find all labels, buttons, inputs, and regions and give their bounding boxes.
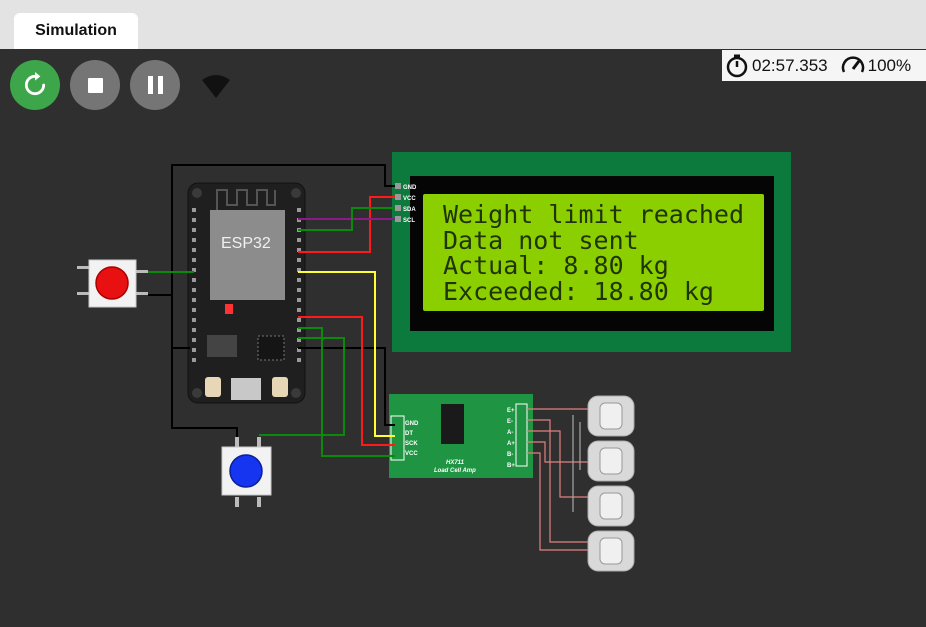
- lcd-pin-scl: SCL: [403, 218, 415, 224]
- lcd-pin-gnd: GND: [403, 185, 417, 191]
- load-cell[interactable]: [587, 395, 635, 437]
- hx711-pin-b-minus: B-: [507, 452, 513, 458]
- hx711-pin-e-plus: E+: [507, 408, 515, 414]
- wire-black[interactable]: [298, 347, 395, 426]
- blue-pushbutton[interactable]: [221, 437, 272, 507]
- esp32-board[interactable]: ESP32: [187, 182, 306, 404]
- lcd-display[interactable]: Weight limit reached Data not sent Actua…: [392, 152, 791, 352]
- wire-red[interactable]: [298, 316, 395, 446]
- hx711-pin-dt: DT: [405, 431, 413, 437]
- load-cell[interactable]: [587, 440, 635, 482]
- red-pushbutton[interactable]: [77, 259, 148, 308]
- wire-load-cell[interactable]: [527, 441, 588, 463]
- load-cell[interactable]: [587, 485, 635, 527]
- wire-load-cell[interactable]: [527, 430, 588, 498]
- hx711-pin-e-minus: E-: [507, 419, 513, 425]
- lcd-line-3: Actual: 8.80 kg: [443, 251, 669, 280]
- hx711-pin-a-plus: A+: [507, 441, 515, 447]
- lcd-line-1: Weight limit reached: [443, 200, 744, 229]
- load-cells: [587, 395, 635, 572]
- lcd-line-4: Exceeded: 18.80 kg: [443, 277, 714, 306]
- hx711-pin-a-minus: A-: [507, 430, 513, 436]
- lcd-pin-sda: SDA: [403, 207, 416, 213]
- esp32-label: ESP32: [221, 235, 271, 252]
- wire-red[interactable]: [298, 196, 395, 253]
- wire-load-cell[interactable]: [527, 452, 588, 551]
- wire-yellow[interactable]: [298, 271, 395, 437]
- hx711-title: HX711: [446, 460, 465, 466]
- hx711-module[interactable]: HX711 Load Cell Amp GND DT SCK VCC E+ E-…: [389, 394, 533, 478]
- wire-load-cell[interactable]: [527, 419, 588, 543]
- hx711-pin-gnd: GND: [405, 421, 419, 427]
- hx711-pin-b-plus: B+: [507, 463, 515, 469]
- load-cell[interactable]: [587, 530, 635, 572]
- hx711-subtitle: Load Cell Amp: [434, 468, 476, 474]
- circuit-canvas: Weight limit reached Data not sent Actua…: [77, 152, 791, 572]
- hx711-pin-sck: SCK: [405, 441, 418, 447]
- lcd-pin-vcc: VCC: [403, 196, 416, 202]
- hx711-pin-vcc: VCC: [405, 451, 418, 457]
